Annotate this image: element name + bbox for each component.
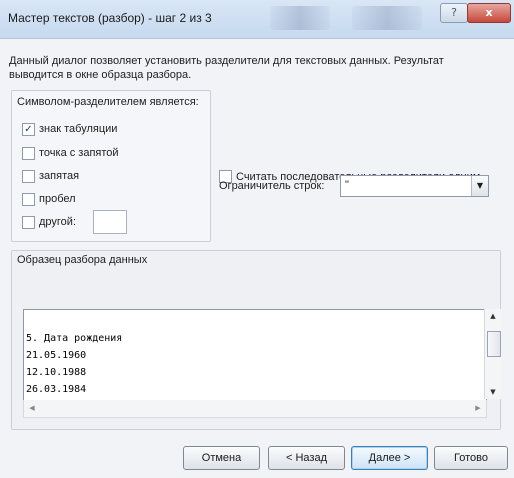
checkbox-space-label: пробел [39,193,76,205]
cancel-button[interactable]: Отмена [183,446,260,470]
scroll-left-icon[interactable]: ◀ [24,400,40,417]
checkbox-box[interactable]: ✓ [22,122,35,136]
title-bar: Мастер текстов (разбор) - шаг 2 из 3 ? x [0,0,514,39]
checkbox-semicolon[interactable]: точка с запятой [22,145,119,161]
text-qualifier-label: Ограничитель строк: [219,180,325,192]
checkbox-box[interactable] [22,169,35,183]
preview-line: 12.10.1988 [26,367,87,378]
checkbox-space[interactable]: пробел [22,191,76,207]
data-preview-area[interactable]: 5. Дата рождения 21.05.1960 12.10.1988 2… [23,309,487,401]
checkbox-tab-label: знак табуляции [39,123,118,135]
text-import-wizard-window: Мастер текстов (разбор) - шаг 2 из 3 ? x… [0,0,514,478]
preview-line: 21.05.1960 [26,350,87,361]
finish-button[interactable]: Готово [434,446,508,470]
back-button[interactable]: < Назад [268,446,345,470]
checkbox-box[interactable] [22,192,35,206]
scroll-down-icon[interactable]: ▼ [485,385,501,399]
scroll-thumb[interactable] [487,331,501,357]
blurred-background-region [352,6,422,30]
preview-line: 26.03.1984 [26,384,87,395]
close-button[interactable]: x [467,3,511,23]
next-button[interactable]: Далее > [351,446,428,470]
text-qualifier-select[interactable]: " ▼ [340,175,489,197]
preview-line: 5. Дата рождения [26,333,123,344]
other-delimiter-input[interactable] [93,210,127,234]
scroll-up-icon[interactable]: ▲ [485,309,501,323]
checkbox-semicolon-label: точка с запятой [39,147,119,159]
checkbox-comma-label: запятая [39,170,80,182]
checkbox-tab[interactable]: ✓ знак табуляции [22,121,117,137]
checkbox-other-label: другой: [39,216,77,228]
preview-group-title: Образец разбора данных [17,254,148,266]
preview-horizontal-scrollbar[interactable]: ◀ ▶ [23,400,487,418]
blurred-background-region [270,6,330,30]
checkbox-other[interactable]: другой: [22,214,76,230]
window-title: Мастер текстов (разбор) - шаг 2 из 3 [8,11,212,25]
checkbox-box[interactable] [22,215,35,229]
checkbox-comma[interactable]: запятая [22,168,79,184]
delimiters-group-title: Символом-разделителем является: [17,96,199,108]
preview-vertical-scrollbar[interactable]: ▲ ▼ [484,309,501,399]
scroll-right-icon[interactable]: ▶ [470,400,486,417]
help-button[interactable]: ? [440,3,468,23]
checkbox-box[interactable] [22,146,35,160]
wizard-description: Данный диалог позволяет установить разде… [9,55,444,81]
text-qualifier-value: " [345,179,349,191]
dropdown-arrow-icon[interactable]: ▼ [471,176,488,196]
